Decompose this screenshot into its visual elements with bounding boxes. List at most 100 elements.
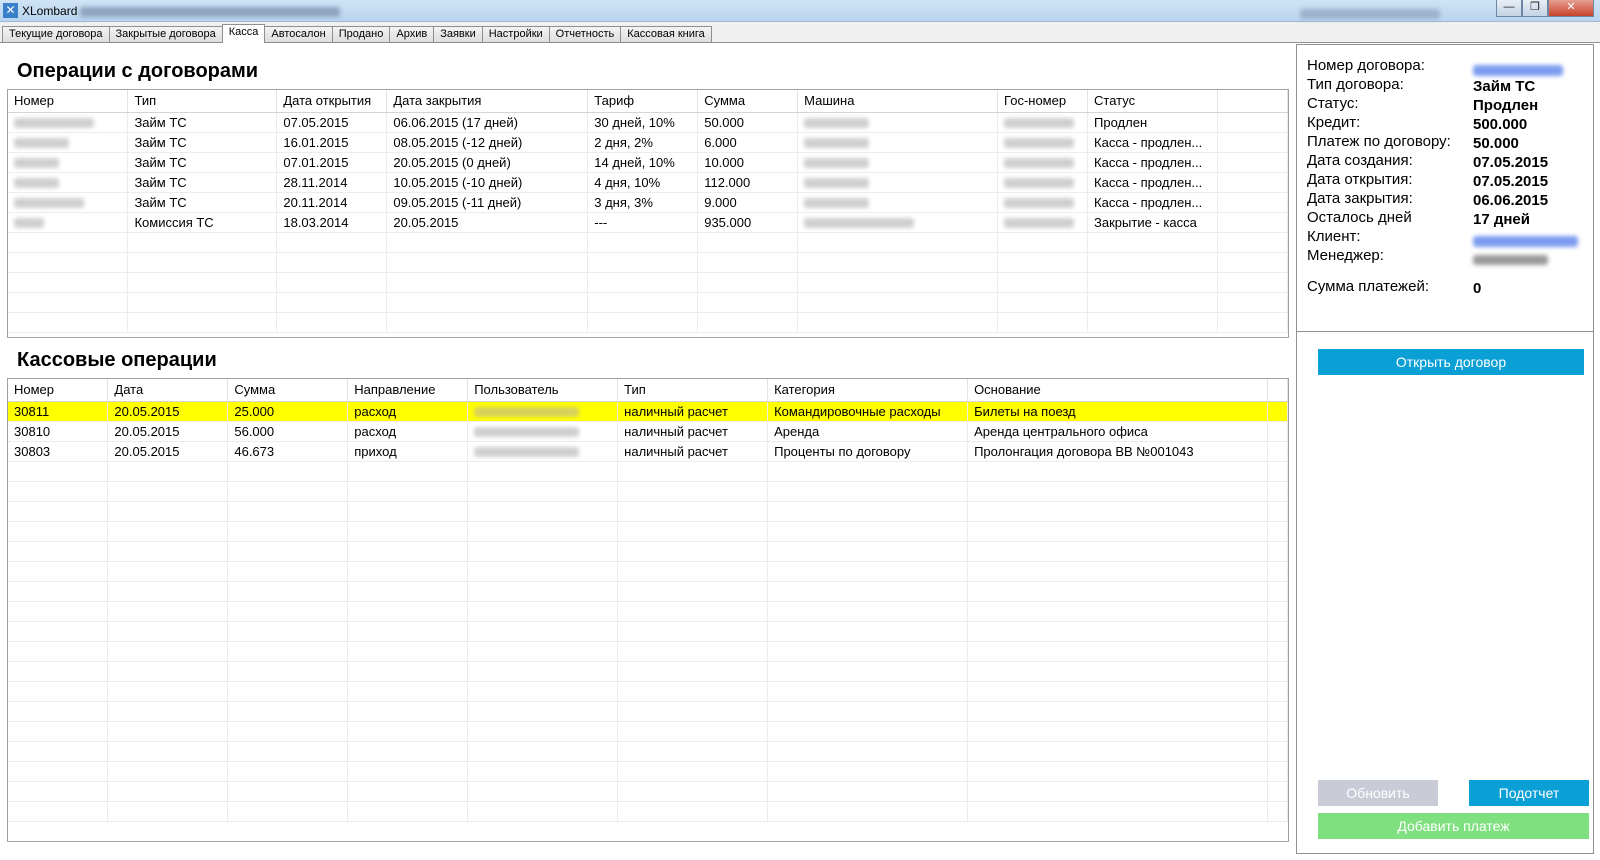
cash-basis: Пролонгация договора ВВ №001043 [967, 441, 1268, 462]
table-row[interactable]: Займ ТС 28.11.2014 10.05.2015 (-10 дней)… [8, 172, 1288, 193]
cash-direction: приход [347, 441, 469, 462]
contract-closed: 06.06.2015 (17 дней) [386, 112, 589, 133]
contract-plate-redacted [997, 172, 1089, 193]
col-header-date[interactable]: Дата [107, 379, 229, 402]
tab-sold[interactable]: Продано [331, 26, 391, 43]
main-tabs: Текущие договора Закрытые договора Касса… [2, 24, 712, 43]
empty-row [8, 292, 1288, 313]
contract-opened: 07.01.2015 [276, 152, 388, 173]
contracts-grid[interactable]: Номер Тип Дата открытия Дата закрытия Та… [7, 89, 1289, 338]
filler-cell [1267, 401, 1288, 422]
contract-opened: 28.11.2014 [276, 172, 388, 193]
contract-type: Займ ТС [127, 172, 278, 193]
col-header-category[interactable]: Категория [767, 379, 969, 402]
info-client-link[interactable] [1473, 232, 1578, 249]
empty-row [8, 232, 1288, 253]
table-row[interactable]: Займ ТС 07.05.2015 06.06.2015 (17 дней) … [8, 112, 1288, 133]
contract-closed: 09.05.2015 (-11 дней) [386, 192, 589, 213]
report-button[interactable]: Подотчет [1469, 780, 1589, 806]
tab-reports[interactable]: Отчетность [548, 26, 622, 43]
info-status-label: Статус: [1307, 95, 1359, 112]
col-header-number[interactable]: Номер [8, 379, 109, 402]
refresh-button[interactable]: Обновить [1318, 780, 1438, 806]
contract-sum: 10.000 [697, 152, 799, 173]
table-row[interactable]: Комиссия ТС 18.03.2014 20.05.2015 --- 93… [8, 212, 1288, 233]
info-contract-number-link[interactable] [1473, 61, 1563, 78]
filler-cell [1217, 112, 1288, 133]
contracts-table: Номер Тип Дата открытия Дата закрытия Та… [8, 90, 1288, 333]
contract-type: Займ ТС [127, 152, 278, 173]
cash-date: 20.05.2015 [107, 441, 229, 462]
info-contract-type-label: Тип договора: [1307, 76, 1404, 93]
contract-status: Касса - продлен... [1087, 132, 1219, 153]
col-header-type[interactable]: Тип [617, 379, 769, 402]
table-row[interactable]: 30803 20.05.2015 46.673 приход наличный … [8, 441, 1288, 462]
contract-opened: 07.05.2015 [276, 112, 388, 133]
title-bar: ✕ XLombard — ❐ ✕ [0, 0, 1600, 22]
tab-cash-book[interactable]: Кассовая книга [620, 26, 712, 43]
filler-cell [1217, 192, 1288, 213]
contract-tariff: 30 дней, 10% [587, 112, 699, 133]
maximize-button[interactable]: ❐ [1522, 0, 1548, 17]
col-header-basis[interactable]: Основание [967, 379, 1268, 402]
empty-row [8, 801, 1288, 822]
col-header-plate[interactable]: Гос-номер [997, 90, 1089, 113]
col-header-opened[interactable]: Дата открытия [276, 90, 388, 113]
cash-user-redacted [467, 401, 619, 422]
col-header-sum[interactable]: Сумма [227, 379, 349, 402]
tab-closed-contracts[interactable]: Закрытые договора [108, 26, 223, 43]
col-header-closed[interactable]: Дата закрытия [386, 90, 589, 113]
filler-cell [1217, 172, 1288, 193]
contract-tariff: 3 дня, 3% [587, 192, 699, 213]
window-subtitle-redacted [80, 7, 340, 17]
cash-sum: 46.673 [227, 441, 349, 462]
cash-number: 30803 [8, 441, 109, 462]
contract-sum: 935.000 [697, 212, 799, 233]
empty-row [8, 501, 1288, 522]
contract-tariff: 14 дней, 10% [587, 152, 699, 173]
cash-grid[interactable]: Номер Дата Сумма Направление Пользовател… [7, 378, 1289, 842]
tab-current-contracts[interactable]: Текущие договора [2, 26, 110, 43]
tab-archive[interactable]: Архив [389, 26, 435, 43]
col-header-direction[interactable]: Направление [347, 379, 469, 402]
col-header-car[interactable]: Машина [797, 90, 999, 113]
tab-settings[interactable]: Настройки [481, 26, 550, 43]
tab-autosalon[interactable]: Автосалон [264, 26, 333, 43]
table-row[interactable]: Займ ТС 20.11.2014 09.05.2015 (-11 дней)… [8, 192, 1288, 213]
cash-table: Номер Дата Сумма Направление Пользовател… [8, 379, 1288, 822]
contracts-header-row: Номер Тип Дата открытия Дата закрытия Та… [8, 90, 1288, 113]
contract-opened: 20.11.2014 [276, 192, 388, 213]
contracts-section-title: Операции с договорами [17, 60, 259, 82]
info-credit: 500.000 [1473, 116, 1528, 133]
col-header-type[interactable]: Тип [127, 90, 278, 113]
empty-row [8, 272, 1288, 293]
tab-requests[interactable]: Заявки [433, 26, 483, 43]
empty-row [8, 661, 1288, 682]
open-contract-button[interactable]: Открыть договор [1318, 349, 1584, 375]
cash-category: Командировочные расходы [767, 401, 969, 422]
contract-number-redacted [8, 172, 129, 193]
tab-cash[interactable]: Касса [221, 24, 266, 43]
col-header-sum[interactable]: Сумма [697, 90, 799, 113]
table-row[interactable]: Займ ТС 16.01.2015 08.05.2015 (-12 дней)… [8, 132, 1288, 153]
contract-car-redacted [797, 132, 999, 153]
table-row[interactable]: Займ ТС 07.01.2015 20.05.2015 (0 дней) 1… [8, 152, 1288, 173]
col-header-tariff[interactable]: Тариф [587, 90, 699, 113]
contract-number-redacted [8, 132, 129, 153]
filler-cell [1267, 441, 1288, 462]
contract-status: Продлен [1087, 112, 1219, 133]
col-header-number[interactable]: Номер [8, 90, 129, 113]
col-header-status[interactable]: Статус [1087, 90, 1219, 113]
table-row[interactable]: 30811 20.05.2015 25.000 расход наличный … [8, 401, 1288, 422]
empty-row [8, 521, 1288, 542]
add-payment-button[interactable]: Добавить платеж [1318, 813, 1589, 839]
contract-car-redacted [797, 112, 999, 133]
empty-row [8, 781, 1288, 802]
col-header-user[interactable]: Пользователь [467, 379, 619, 402]
cash-sum: 56.000 [227, 421, 349, 442]
close-button[interactable]: ✕ [1548, 0, 1594, 17]
minimize-button[interactable]: — [1496, 0, 1522, 17]
contract-plate-redacted [997, 212, 1089, 233]
table-row[interactable]: 30810 20.05.2015 56.000 расход наличный … [8, 421, 1288, 442]
info-created-label: Дата создания: [1307, 152, 1413, 169]
